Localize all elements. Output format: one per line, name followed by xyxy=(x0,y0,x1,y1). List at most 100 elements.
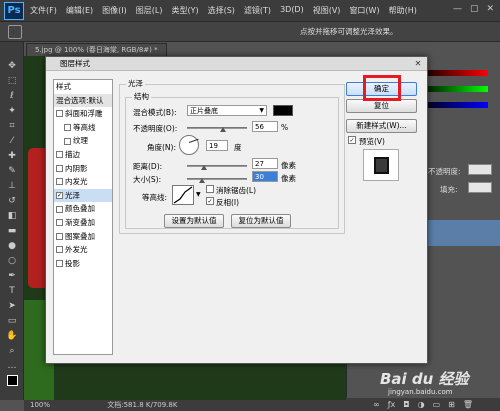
folder-icon[interactable]: ▭ xyxy=(433,400,441,409)
close-button[interactable]: ✕ xyxy=(486,4,494,14)
menu-item[interactable]: 类型(Y) xyxy=(171,5,198,16)
dodge-tool-icon[interactable]: ○ xyxy=(0,253,24,268)
fx-icon[interactable]: ƒx xyxy=(388,400,396,409)
angle-dial[interactable] xyxy=(179,135,199,155)
style-item[interactable]: 内发光 xyxy=(54,175,112,189)
crop-tool-icon[interactable]: ⌗ xyxy=(0,118,24,133)
style-item[interactable]: 斜面和浮雕 xyxy=(54,107,112,121)
brush-tool-icon[interactable]: ✎ xyxy=(0,163,24,178)
contour-dropdown-icon[interactable]: ▼ xyxy=(196,191,201,198)
style-checkbox[interactable] xyxy=(56,151,63,159)
style-checkbox[interactable] xyxy=(56,205,63,213)
size-slider-track[interactable] xyxy=(187,178,247,180)
style-checkbox[interactable] xyxy=(56,246,63,254)
menu-item[interactable]: 文件(F) xyxy=(30,5,57,16)
distance-input[interactable]: 27 xyxy=(252,158,278,169)
style-checkbox[interactable] xyxy=(56,110,63,118)
eraser-tool-icon[interactable]: ◧ xyxy=(0,208,24,223)
invert-checkbox[interactable]: ✓ xyxy=(206,197,214,205)
style-checkbox[interactable] xyxy=(64,124,71,132)
style-checkbox[interactable]: ✓ xyxy=(56,192,63,200)
style-item[interactable]: 外发光 xyxy=(54,243,112,257)
magic-wand-tool-icon[interactable]: ✦ xyxy=(0,103,24,118)
style-item[interactable]: 图案叠加 xyxy=(54,230,112,244)
style-item[interactable]: ✓ 光泽 xyxy=(54,188,112,203)
healing-brush-tool-icon[interactable]: ✚ xyxy=(0,148,24,163)
marquee-tool-icon[interactable]: ⬚ xyxy=(0,73,24,88)
menu-item[interactable]: 3D(D) xyxy=(280,5,304,16)
style-item[interactable]: 描边 xyxy=(54,148,112,162)
style-item[interactable]: 内阴影 xyxy=(54,162,112,176)
style-item[interactable]: 投影 xyxy=(54,257,112,271)
zoom-tool-icon[interactable]: ⌕ xyxy=(0,343,24,358)
adjustment-icon[interactable]: ◑ xyxy=(418,400,425,409)
style-checkbox[interactable] xyxy=(56,260,63,268)
layer-opacity-input[interactable] xyxy=(468,164,492,175)
color-slider-g[interactable] xyxy=(418,86,488,92)
new-layer-icon[interactable]: ⊞ xyxy=(448,400,455,409)
edit-toolbar-icon[interactable]: … xyxy=(0,358,24,373)
hand-tool-icon[interactable]: ✋ xyxy=(0,328,24,343)
preview-checkbox[interactable]: ✓ xyxy=(348,136,356,144)
path-selection-tool-icon[interactable]: ➤ xyxy=(0,298,24,313)
pen-tool-icon[interactable]: ✒ xyxy=(0,268,24,283)
new-style-button[interactable]: 新建样式(W)... xyxy=(346,119,417,133)
trash-icon[interactable]: 🗑 xyxy=(463,400,473,409)
layer-fill-input[interactable] xyxy=(468,182,492,193)
link-layers-icon[interactable]: ∞ xyxy=(373,400,380,409)
shape-tool-icon[interactable]: ▭ xyxy=(0,313,24,328)
style-checkbox[interactable] xyxy=(64,137,71,145)
set-default-button[interactable]: 设置为默认值 xyxy=(164,214,224,228)
size-input[interactable]: 30 xyxy=(252,171,278,182)
mask-icon[interactable]: ◘ xyxy=(403,400,409,409)
maximize-button[interactable]: ▢ xyxy=(470,4,479,14)
style-checkbox[interactable] xyxy=(56,219,63,227)
blend-mode-select[interactable]: 正片叠底 ▼ xyxy=(187,105,267,116)
type-tool-icon[interactable]: T xyxy=(0,283,24,298)
menu-item[interactable]: 选择(S) xyxy=(208,5,235,16)
color-slider-r[interactable] xyxy=(418,70,488,76)
menu-item[interactable]: 帮助(H) xyxy=(389,5,417,16)
satin-title: 光泽 xyxy=(126,78,145,89)
anti-alias-checkbox[interactable] xyxy=(206,185,214,193)
style-checkbox[interactable] xyxy=(56,178,63,186)
opacity-slider-track[interactable] xyxy=(187,127,247,129)
distance-slider-track[interactable] xyxy=(187,165,247,167)
document-tab[interactable]: 5.jpg @ 100% (春日海棠, RGB/8#) * xyxy=(26,43,167,56)
eyedropper-tool-icon[interactable]: ⁄ xyxy=(0,133,24,148)
clone-stamp-tool-icon[interactable]: ⊥ xyxy=(0,178,24,193)
menu-item[interactable]: 图像(I) xyxy=(102,5,127,16)
menu-item[interactable]: 滤镜(T) xyxy=(244,5,271,16)
style-checkbox[interactable] xyxy=(56,164,63,172)
opacity-slider-thumb[interactable] xyxy=(220,127,226,132)
size-slider-thumb[interactable] xyxy=(199,178,205,183)
style-item[interactable]: 等高线 xyxy=(54,121,112,135)
history-brush-tool-icon[interactable]: ↺ xyxy=(0,193,24,208)
style-checkbox[interactable] xyxy=(56,232,63,240)
minimize-button[interactable]: — xyxy=(453,4,462,14)
reset-default-button[interactable]: 复位为默认值 xyxy=(231,214,291,228)
move-tool-icon[interactable]: ✥ xyxy=(0,58,24,73)
reset-button[interactable]: 复位 xyxy=(346,99,417,113)
distance-slider-thumb[interactable] xyxy=(201,165,207,170)
blend-color-swatch[interactable] xyxy=(273,105,293,116)
menu-item[interactable]: 视图(V) xyxy=(313,5,341,16)
blend-options-item[interactable]: 混合选项:默认 xyxy=(54,93,112,108)
dialog-close-button[interactable]: ✕ xyxy=(413,59,423,69)
gradient-tool-icon[interactable]: ▬ xyxy=(0,223,24,238)
contour-preview[interactable] xyxy=(172,185,194,205)
menu-item[interactable]: 编辑(E) xyxy=(66,5,93,16)
blur-tool-icon[interactable]: ● xyxy=(0,238,24,253)
color-slider-b[interactable] xyxy=(418,102,488,108)
color-swatches-icon[interactable] xyxy=(0,373,24,388)
style-item[interactable]: 颜色叠加 xyxy=(54,202,112,216)
menu-item[interactable]: 窗口(W) xyxy=(349,5,379,16)
menu-item[interactable]: 图层(L) xyxy=(136,5,163,16)
opacity-input[interactable]: 56 xyxy=(252,121,278,132)
style-item[interactable]: 渐变叠加 xyxy=(54,216,112,230)
lasso-tool-icon[interactable]: ℓ xyxy=(0,88,24,103)
style-item[interactable]: 纹理 xyxy=(54,134,112,148)
tool-preset-icon[interactable] xyxy=(8,25,22,39)
styles-header[interactable]: 样式 xyxy=(54,80,112,94)
angle-input[interactable]: 19 xyxy=(206,140,228,151)
